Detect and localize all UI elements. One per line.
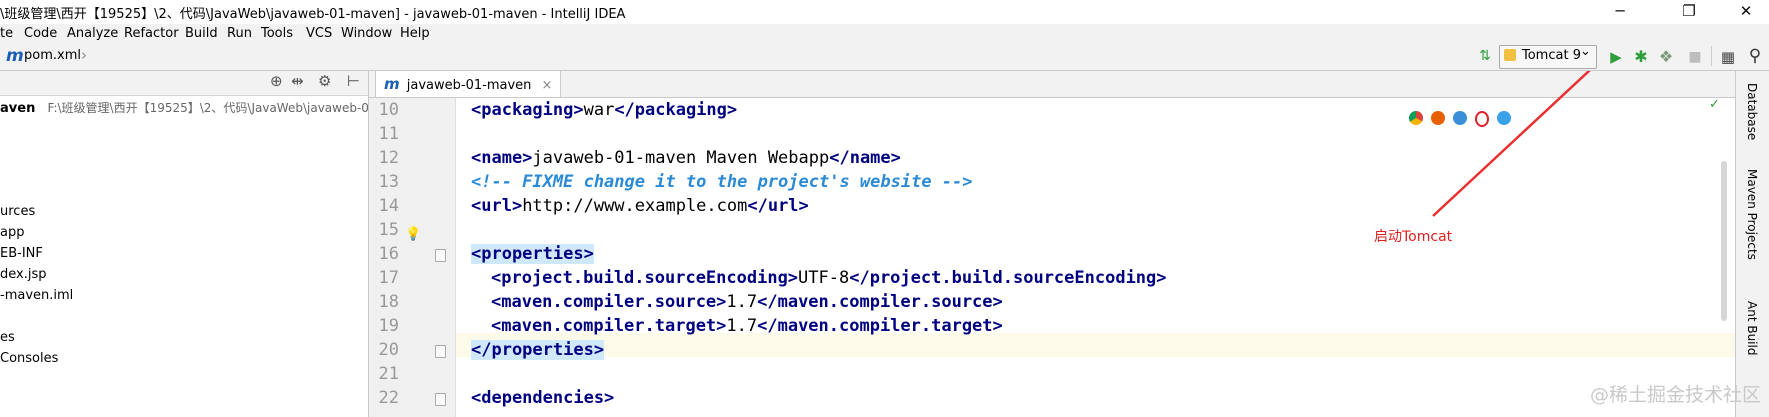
sort-icon[interactable]: ⇅ [1475, 46, 1495, 66]
tomcat-icon [1504, 49, 1516, 61]
project-structure-button[interactable]: ▦ [1718, 47, 1738, 67]
hide-panel-icon[interactable]: ⊢ [347, 72, 360, 90]
run-config-selector[interactable]: Tomcat 9 ⌄ [1499, 44, 1597, 69]
breadcrumb-arrow-icon: › [81, 46, 87, 64]
database-tool[interactable]: Database [1745, 83, 1759, 140]
run-button[interactable]: ▶ [1606, 47, 1626, 67]
menu-item-help[interactable]: Help [400, 24, 430, 44]
menu-item-refactor[interactable]: Refactor [124, 24, 179, 44]
close-button[interactable]: ✕ [1723, 0, 1769, 24]
tree-item-root[interactable]: aven F:\班级管理\西开【19525】\2、代码\JavaWeb\java… [0, 98, 389, 119]
tree-item-index-jsp[interactable]: dex.jsp [0, 264, 46, 285]
menu-item-vcs[interactable]: VCS [306, 24, 332, 44]
run-config-label: Tomcat 9 [1522, 48, 1581, 63]
tree-item-web-inf[interactable]: EB-INF [0, 243, 43, 264]
menu-item-code[interactable]: Code [24, 24, 57, 44]
menu-bar: te Code Analyze Refactor Build Run Tools… [0, 24, 1769, 44]
tree-item-webapp[interactable]: app [0, 222, 24, 243]
menu-item-run[interactable]: Run [227, 24, 252, 44]
watermark: @稀土掘金技术社区 [1590, 384, 1762, 406]
menu-item-file[interactable]: te [0, 24, 13, 44]
title-bar: \班级管理\西开【19525】\2、代码\JavaWeb\javaweb-01-… [0, 0, 1769, 24]
vertical-scrollbar[interactable] [1721, 161, 1727, 321]
stop-button[interactable]: ■ [1685, 47, 1705, 67]
project-toolbar: ⊕ ⇹ ⚙ ⊢ [0, 71, 368, 96]
minimize-button[interactable]: ─ [1597, 0, 1643, 24]
menu-item-tools[interactable]: Tools [261, 24, 293, 44]
tree-item-iml[interactable]: -maven.iml [0, 285, 73, 306]
menu-item-window[interactable]: Window [341, 24, 392, 44]
window-title: \班级管理\西开【19525】\2、代码\JavaWeb\javaweb-01-… [0, 7, 626, 22]
check-icon: ✓ [1709, 97, 1720, 112]
editor: m javaweb-01-maven × 10 11 12 13 14 15 1… [369, 71, 1735, 417]
menu-item-build[interactable]: Build [185, 24, 218, 44]
annotation-label: 启动Tomcat [1374, 229, 1453, 245]
ant-build-tool[interactable]: Ant Build [1745, 301, 1759, 355]
locate-icon[interactable]: ⊕ [270, 72, 283, 90]
menu-item-analyze[interactable]: Analyze [67, 24, 118, 44]
right-tool-strip: Database Maven Projects Ant Build [1735, 71, 1769, 417]
tree-root-name: aven [0, 101, 36, 116]
tree-root-path: F:\班级管理\西开【19525】\2、代码\JavaWeb\javaweb-0… [47, 101, 389, 115]
tree-item-resources[interactable]: urces [0, 201, 35, 222]
toolbar-divider [1711, 46, 1712, 66]
breadcrumb-pom-xml[interactable]: pom.xml [24, 48, 81, 63]
search-icon[interactable]: ⚲ [1745, 46, 1765, 66]
gear-icon[interactable]: ⚙ [318, 72, 331, 90]
maven-icon: m [6, 46, 24, 66]
tree-item-libraries[interactable]: es [0, 327, 15, 348]
annotation-arrow [1432, 71, 1591, 217]
navigation-bar: m pom.xml › ⇅ Tomcat 9 ⌄ ▶ ✱ ❖ ■ ▦ ⚲ [0, 44, 1769, 71]
maximize-button[interactable]: ❐ [1666, 0, 1712, 24]
tree-item-consoles[interactable]: Consoles [0, 348, 58, 369]
collapse-icon[interactable]: ⇹ [291, 72, 304, 90]
coverage-button[interactable]: ❖ [1656, 47, 1676, 67]
chevron-down-icon: ⌄ [1580, 44, 1591, 59]
project-panel: ⊕ ⇹ ⚙ ⊢ aven F:\班级管理\西开【19525】\2、代码\Java… [0, 71, 389, 417]
debug-button[interactable]: ✱ [1631, 47, 1651, 67]
maven-projects-tool[interactable]: Maven Projects [1745, 169, 1759, 260]
